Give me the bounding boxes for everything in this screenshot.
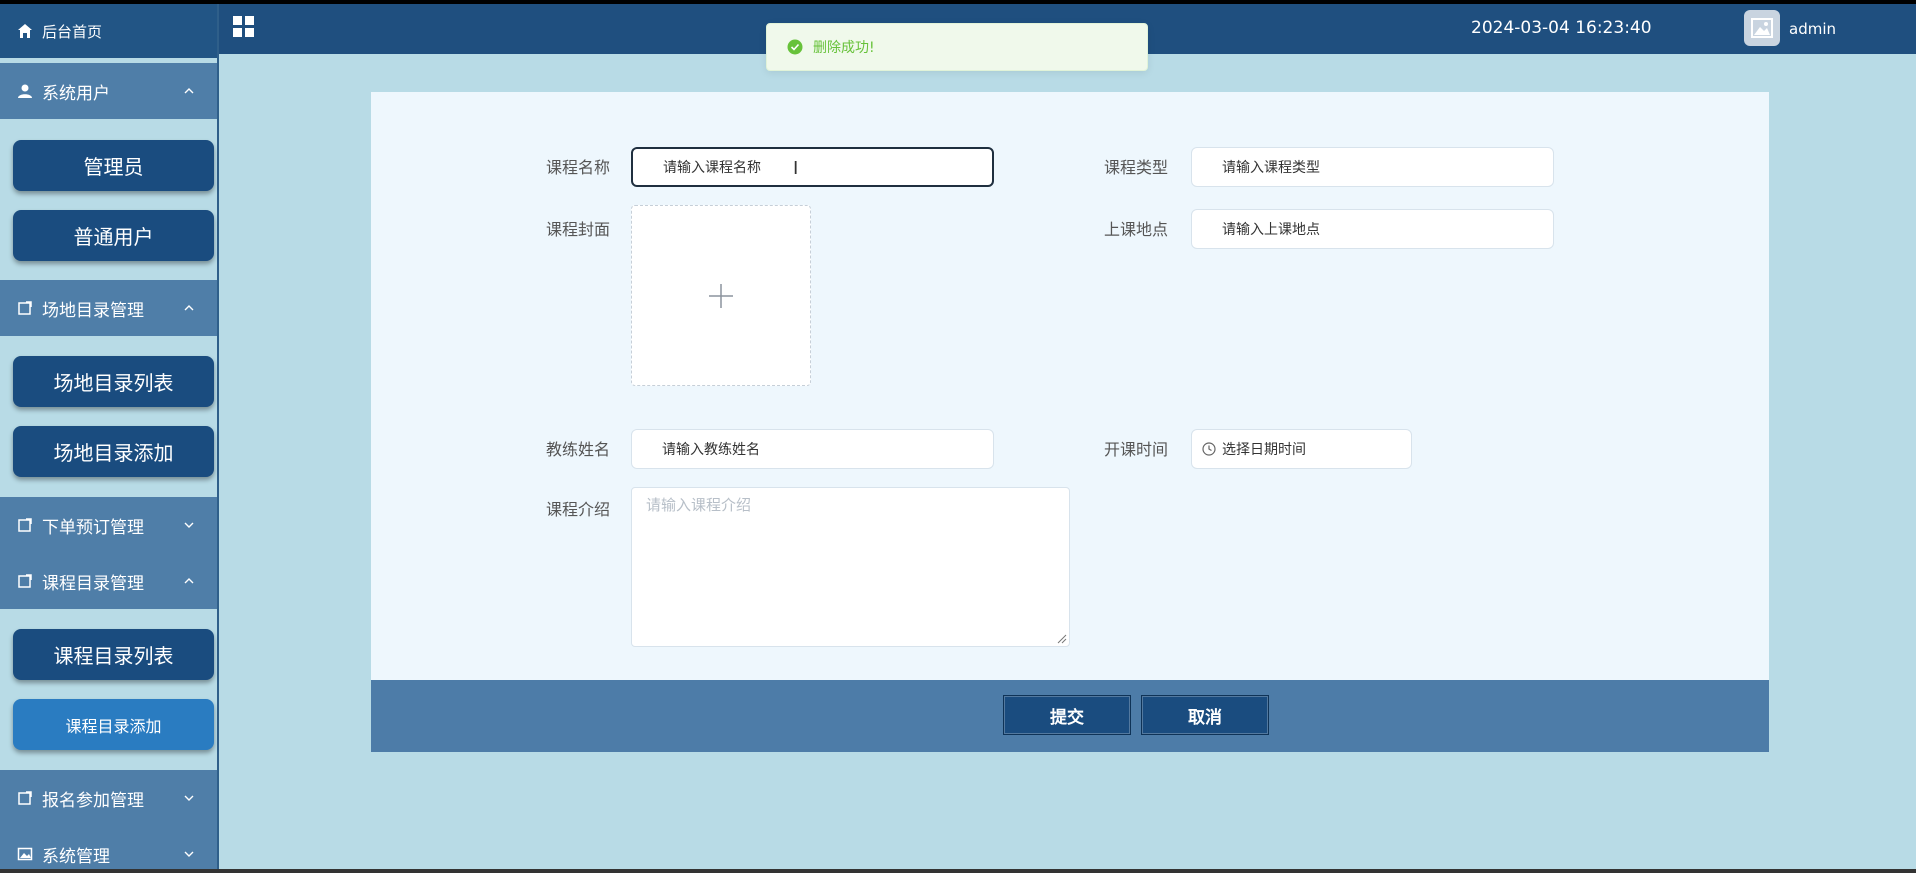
datetime: 2024-03-04 16:23:40 <box>1471 18 1652 38</box>
edit-doc-icon <box>16 789 34 807</box>
intro-textarea[interactable]: 请输入课程介绍 <box>631 487 1070 647</box>
sidebar-item-course-add[interactable]: 课程目录添加 <box>13 699 214 750</box>
cancel-button[interactable]: 取消 <box>1141 695 1269 735</box>
resize-handle-icon[interactable] <box>1057 634 1067 644</box>
sidebar-group-system[interactable]: 系统管理 <box>0 826 217 869</box>
success-toast: 删除成功! <box>766 23 1148 71</box>
sidebar-item-venue-list[interactable]: 场地目录列表 <box>13 356 214 407</box>
edit-doc-icon <box>16 299 34 317</box>
course-name-input[interactable]: 请输入课程名称 I <box>631 147 994 187</box>
image-icon <box>16 845 34 863</box>
chevron-down-icon <box>184 522 194 528</box>
edit-doc-icon <box>16 572 34 590</box>
plus-icon <box>709 283 733 308</box>
location-input[interactable]: 请输入上课地点 <box>1191 209 1554 249</box>
check-circle-icon <box>787 39 803 55</box>
start-time-label: 开课时间 <box>1104 440 1169 459</box>
sidebar-home-label: 后台首页 <box>42 22 103 41</box>
chevron-down-icon <box>184 795 194 801</box>
chevron-down-icon <box>184 851 194 857</box>
intro-label: 课程介绍 <box>546 500 611 519</box>
coach-name-placeholder: 请输入教练姓名 <box>662 442 760 458</box>
submit-button[interactable]: 提交 <box>1003 695 1131 735</box>
sidebar-item-label: 场地目录列表 <box>53 371 174 395</box>
sidebar-item-venue-add[interactable]: 场地目录添加 <box>13 426 214 477</box>
course-type-label: 课程类型 <box>1104 158 1169 177</box>
sidebar-group-orders[interactable]: 下单预订管理 <box>0 497 217 553</box>
sidebar-group-label: 课程目录管理 <box>42 573 144 594</box>
course-name-placeholder: 请输入课程名称 <box>663 160 761 176</box>
cover-upload[interactable] <box>631 205 811 386</box>
sidebar-item-admin[interactable]: 管理员 <box>13 140 214 191</box>
chevron-up-icon <box>184 305 194 311</box>
coach-name-input[interactable]: 请输入教练姓名 <box>631 429 994 469</box>
user-icon <box>16 82 34 100</box>
sidebar-group-label: 场地目录管理 <box>42 300 144 321</box>
sidebar-group-venue[interactable]: 场地目录管理 <box>0 280 217 336</box>
home-icon <box>16 22 34 40</box>
sidebar-group-label: 系统管理 <box>42 846 110 867</box>
sidebar-group-label: 系统用户 <box>42 83 110 104</box>
sidebar-group-signup[interactable]: 报名参加管理 <box>0 770 217 826</box>
sidebar-item-normal-user[interactable]: 普通用户 <box>13 210 214 261</box>
sidebar-home[interactable]: 后台首页 <box>0 4 217 58</box>
sidebar-item-label: 课程目录添加 <box>65 716 162 736</box>
course-type-placeholder: 请输入课程类型 <box>1222 160 1320 176</box>
sidebar-item-label: 场地目录添加 <box>53 441 174 465</box>
username[interactable]: admin <box>1789 20 1836 38</box>
clock-icon <box>1202 442 1216 456</box>
intro-placeholder: 请输入课程介绍 <box>646 496 752 514</box>
toast-message: 删除成功! <box>813 40 875 56</box>
text-cursor-icon: I <box>793 158 799 179</box>
bottom-strip <box>0 869 1916 873</box>
sidebar-group-course[interactable]: 课程目录管理 <box>0 553 217 609</box>
sidebar-item-course-list[interactable]: 课程目录列表 <box>13 629 214 680</box>
location-placeholder: 请输入上课地点 <box>1222 222 1320 238</box>
course-form: 课程名称 请输入课程名称 I 课程类型 请输入课程类型 课程封面 上课地点 请输… <box>371 92 1769 680</box>
sidebar-group-label: 下单预订管理 <box>42 517 144 538</box>
chevron-up-icon <box>184 88 194 94</box>
coach-name-label: 教练姓名 <box>546 440 611 459</box>
app-frame: 后台首页 系统用户 管理员 普通用户 场地目录管理 场地目录列表 场地目录添加 <box>0 4 1916 869</box>
course-name-label: 课程名称 <box>546 158 611 177</box>
sidebar-group-label: 报名参加管理 <box>42 790 144 811</box>
location-label: 上课地点 <box>1104 220 1169 239</box>
sidebar-group-system-users[interactable]: 系统用户 <box>0 63 217 119</box>
submit-button-label: 提交 <box>1050 707 1084 728</box>
chevron-up-icon <box>184 578 194 584</box>
grid-menu-icon[interactable] <box>233 16 255 38</box>
sidebar-item-label: 普通用户 <box>73 225 154 249</box>
image-placeholder-icon <box>1751 18 1773 38</box>
sidebar: 后台首页 系统用户 管理员 普通用户 场地目录管理 场地目录列表 场地目录添加 <box>0 4 219 869</box>
start-time-picker[interactable]: 选择日期时间 <box>1191 429 1412 469</box>
course-cover-label: 课程封面 <box>546 220 611 239</box>
avatar[interactable] <box>1744 10 1780 46</box>
sidebar-item-label: 课程目录列表 <box>53 644 174 668</box>
start-time-placeholder: 选择日期时间 <box>1222 442 1306 458</box>
sidebar-item-label: 管理员 <box>83 155 144 179</box>
edit-doc-icon <box>16 516 34 534</box>
course-type-input[interactable]: 请输入课程类型 <box>1191 147 1554 187</box>
form-actions-bar: 提交 取消 <box>371 680 1769 752</box>
cancel-button-label: 取消 <box>1188 707 1222 728</box>
